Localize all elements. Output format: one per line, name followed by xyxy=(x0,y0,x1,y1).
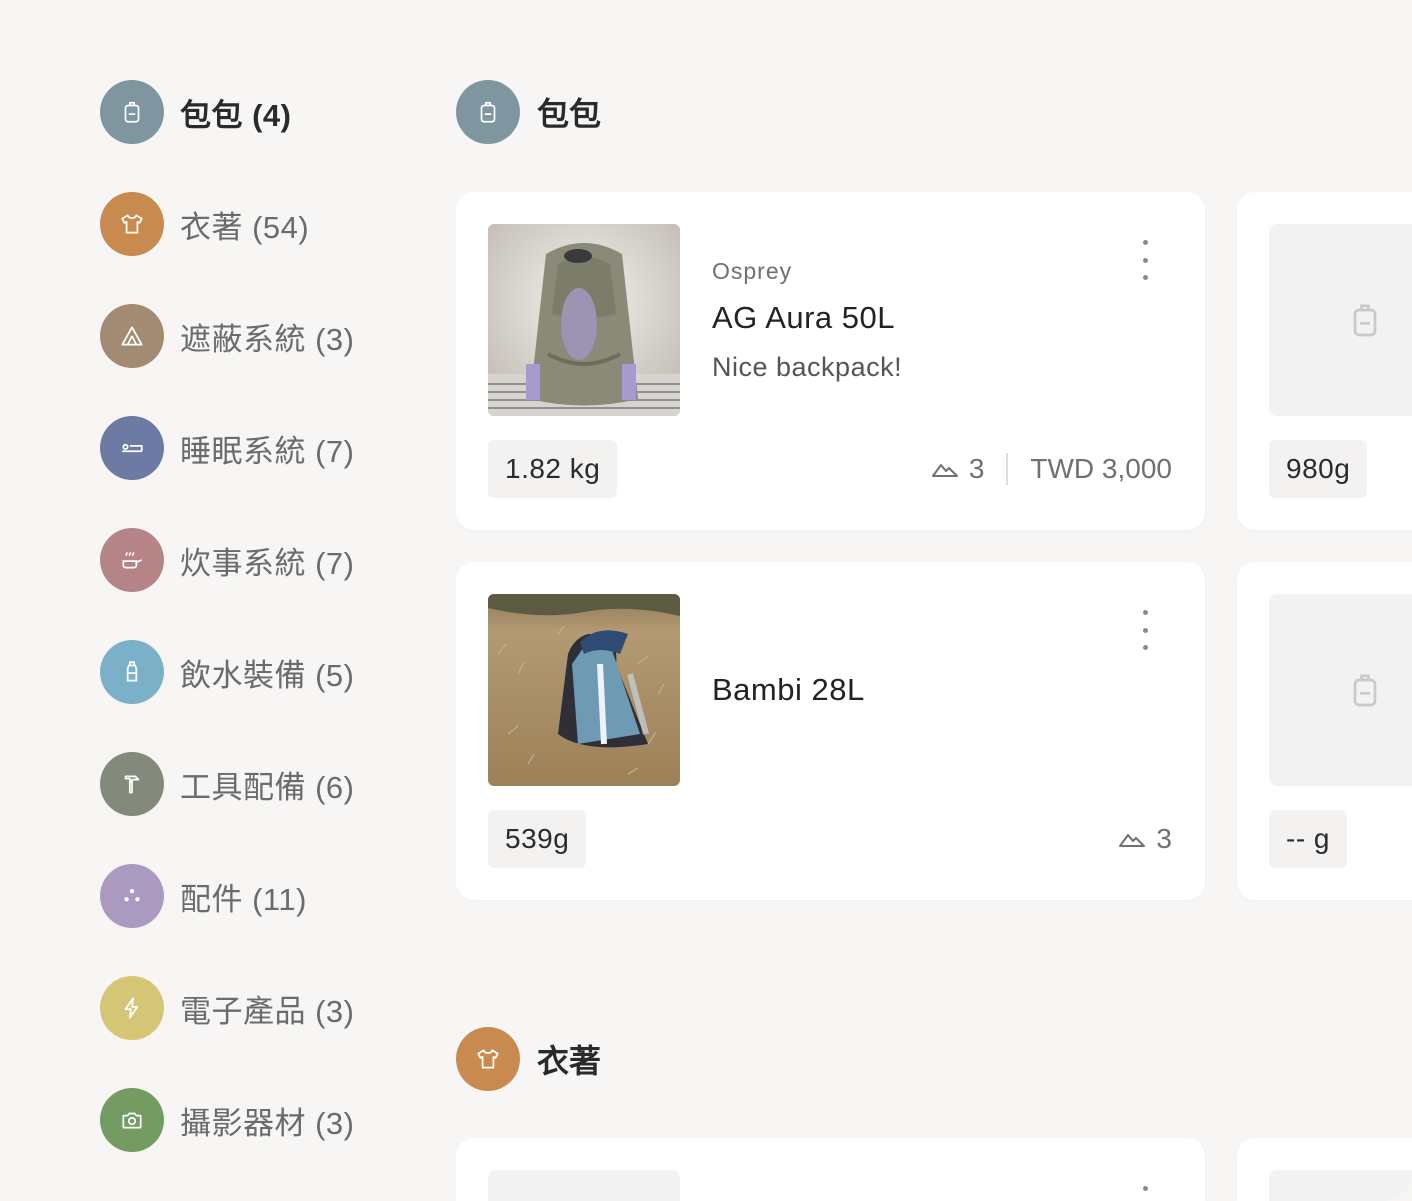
bolt-icon xyxy=(100,976,164,1040)
sidebar-item-label: 攝影器材 (3) xyxy=(180,1105,355,1141)
gear-photo xyxy=(488,594,680,786)
tent-icon xyxy=(100,304,164,368)
shirt-icon xyxy=(456,1027,520,1091)
shirt-icon xyxy=(100,192,164,256)
sidebar-item-photography[interactable]: 攝影器材 (3) xyxy=(100,1088,430,1152)
gear-card[interactable]: -- g xyxy=(1237,562,1412,900)
sidebar-item-shelter[interactable]: 遮蔽系統 (3) xyxy=(100,304,430,368)
gear-meta: 3 TWD 3,000 xyxy=(931,440,1172,498)
sidebar-item-bags[interactable]: 包包 (4) xyxy=(100,80,430,144)
sidebar-item-clothing[interactable]: 衣著 (54) xyxy=(100,192,430,256)
mountain-icon xyxy=(1119,834,1146,847)
more-menu-icon[interactable] xyxy=(1133,240,1157,280)
sidebar-item-label: 衣著 (54) xyxy=(180,209,310,245)
photo-placeholder xyxy=(1269,594,1412,786)
gear-price: TWD 3,000 xyxy=(1030,453,1172,484)
gear-brand: Osprey xyxy=(712,258,793,284)
gear-name: AG Aura 50L xyxy=(712,300,896,335)
section-title: 包包 xyxy=(537,96,602,132)
sidebar-item-label: 電子產品 (3) xyxy=(180,993,355,1029)
sidebar-item-tools[interactable]: 工具配備 (6) xyxy=(100,752,430,816)
sidebar-item-label: 睡眠系統 (7) xyxy=(180,433,355,469)
section-header-clothing: 衣著 xyxy=(456,1027,601,1091)
bed-icon xyxy=(100,416,164,480)
photo-placeholder xyxy=(1269,1170,1412,1201)
backpack-icon xyxy=(100,80,164,144)
gear-card[interactable]: Osprey AG Aura 50L Nice backpack! 1.82 k… xyxy=(456,192,1205,530)
weight-badge: 980g xyxy=(1269,440,1368,498)
sidebar-item-label: 工具配備 (6) xyxy=(180,769,355,805)
bottle-icon xyxy=(100,640,164,704)
gear-name: Bambi 28L xyxy=(712,672,865,707)
mountain-icon xyxy=(931,464,958,477)
gear-photo xyxy=(488,224,680,416)
backpack-icon xyxy=(1353,304,1377,337)
gear-card[interactable] xyxy=(456,1138,1205,1201)
sidebar-item-label: 配件 (11) xyxy=(180,881,307,917)
sidebar-item-sleep[interactable]: 睡眠系統 (7) xyxy=(100,416,430,480)
section-header-bags: 包包 xyxy=(456,80,601,144)
weight-badge: 539g xyxy=(488,810,587,868)
stove-icon xyxy=(100,528,164,592)
backpack-icon xyxy=(1353,674,1377,707)
backpack-icon xyxy=(456,80,520,144)
trip-count: 3 xyxy=(968,453,985,484)
sidebar-item-cooking[interactable]: 炊事系統 (7) xyxy=(100,528,430,592)
gear-list: 包包 Osprey AG Aura 50L Nice backpack! 1.8… xyxy=(456,0,1412,1201)
sidebar-item-label: 炊事系統 (7) xyxy=(180,545,355,581)
gear-card[interactable]: Bambi 28L 539g 3 xyxy=(456,562,1205,900)
camera-icon xyxy=(100,1088,164,1152)
gear-meta: 3 xyxy=(1118,810,1172,868)
hammer-icon xyxy=(100,752,164,816)
gear-card[interactable]: 980g xyxy=(1237,192,1412,530)
sidebar-item-accessories[interactable]: 配件 (11) xyxy=(100,864,430,928)
more-menu-icon[interactable] xyxy=(1133,1186,1157,1196)
weight-badge: 1.82 kg xyxy=(488,440,618,498)
photo-placeholder xyxy=(488,1170,680,1201)
sidebar-item-label: 包包 (4) xyxy=(180,97,292,133)
sidebar-item-electronics[interactable]: 電子產品 (3) xyxy=(100,976,430,1040)
photo-placeholder xyxy=(1269,224,1412,416)
sidebar-item-label: 遮蔽系統 (3) xyxy=(180,321,355,357)
more-menu-icon[interactable] xyxy=(1133,610,1157,650)
sidebar-item-label: 飲水裝備 (5) xyxy=(180,657,355,693)
dots-icon xyxy=(100,864,164,928)
app-window: 包包 (4) 衣著 (54) 遮蔽系統 (3) 睡眠系統 (7) 炊事系統 (7… xyxy=(0,0,1412,1201)
sidebar-item-water[interactable]: 飲水裝備 (5) xyxy=(100,640,430,704)
weight-badge: -- g xyxy=(1269,810,1347,868)
section-title: 衣著 xyxy=(537,1043,602,1079)
category-sidebar: 包包 (4) 衣著 (54) 遮蔽系統 (3) 睡眠系統 (7) 炊事系統 (7… xyxy=(100,80,430,1200)
gear-card[interactable] xyxy=(1237,1138,1412,1201)
gear-note: Nice backpack! xyxy=(712,352,903,382)
trip-count: 3 xyxy=(1156,823,1172,854)
divider xyxy=(1006,453,1009,485)
